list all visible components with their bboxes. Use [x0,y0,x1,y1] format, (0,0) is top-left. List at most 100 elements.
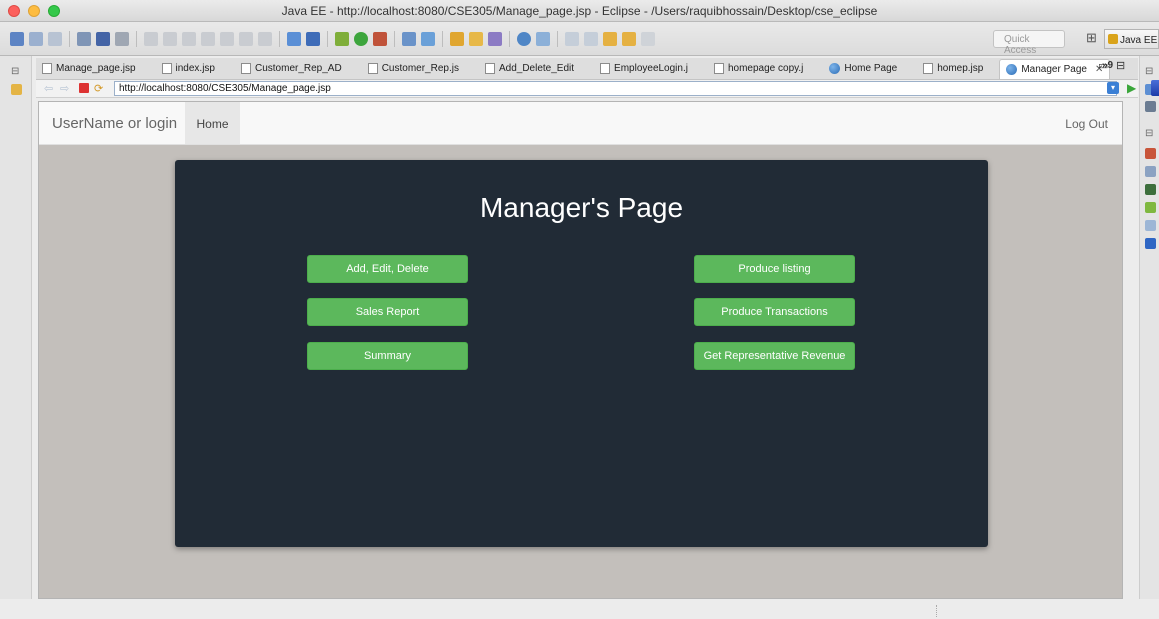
new-web-project-icon[interactable] [421,32,435,46]
status-separator [936,605,937,617]
tab-customer-rep-ad[interactable]: Customer_Rep_AD [235,59,348,79]
open-task-icon[interactable] [488,32,502,46]
nav-home-link[interactable]: Home [185,102,240,144]
minimize-editor-icon[interactable]: ▭ [1098,59,1108,72]
disconnect-icon[interactable] [201,32,215,46]
toolbar-separator [279,31,280,47]
file-icon [923,63,934,74]
forward-icon[interactable] [622,32,636,46]
tab-manage-page-jsp[interactable]: Manage_page.jsp [36,59,142,79]
server-icon[interactable] [287,32,301,46]
new-package-icon[interactable] [450,32,464,46]
back-icon[interactable] [603,32,617,46]
tab-add-delete-edit[interactable]: Add_Delete_Edit [479,59,580,79]
back-arrow-icon[interactable]: ⇦ [44,82,53,95]
sales-report-button[interactable]: Sales Report [307,298,468,326]
maximize-editor-icon[interactable]: ⊟ [1116,59,1125,72]
tab-index-jsp[interactable]: index.jsp [156,59,221,79]
last-edit-icon[interactable] [641,32,655,46]
tab-label: Home Page [844,63,898,74]
stop-icon[interactable] [79,83,89,93]
project-explorer-icon[interactable] [11,84,22,95]
toolbar-separator [557,31,558,47]
tab-label: homep.jsp [937,63,984,74]
window-title: Java EE - http://localhost:8080/CSE305/M… [281,4,878,18]
deploy-icon[interactable] [306,32,320,46]
new-server-icon[interactable] [402,32,416,46]
tab-manager-page[interactable]: Manager Page ✕ [999,59,1111,79]
suspend-icon[interactable] [163,32,177,46]
console-view-icon[interactable] [1145,238,1156,249]
toolbar-separator [442,31,443,47]
page-title: Manager's Page [479,192,684,223]
tab-label: index.jsp [175,63,215,74]
summary-button[interactable]: Summary [307,342,468,370]
file-icon [161,63,172,74]
file-icon [240,63,251,74]
tab-homep-jsp[interactable]: homep.jsp [917,59,989,79]
annotation-next-icon[interactable] [565,32,579,46]
save-icon[interactable] [29,32,43,46]
tab-customer-rep-js[interactable]: Customer_Rep.js [362,59,465,79]
file-icon [367,63,378,74]
tab-label: EmployeeLogin.j [614,63,688,74]
run-icon[interactable] [354,32,368,46]
produce-transactions-button[interactable]: Produce Transactions [694,298,855,326]
tab-home-page[interactable]: Home Page [823,59,903,79]
globe-icon [829,63,841,74]
tab-homepage-copy[interactable]: homepage copy.j [708,59,809,79]
web-browser-icon[interactable] [517,32,531,46]
tab-label: Manage_page.jsp [56,63,136,74]
go-button[interactable]: ▶ [1127,81,1136,95]
data-source-icon[interactable] [1145,202,1156,213]
skip-breakpoints-icon[interactable] [115,32,129,46]
restore-view-icon[interactable]: ⊟ [11,66,19,77]
site-navbar: UserName or login Home Log Out [39,102,1122,145]
url-history-dropdown-icon[interactable]: ▾ [1107,82,1119,94]
produce-listing-button[interactable]: Produce listing [694,255,855,283]
get-representative-revenue-button[interactable]: Get Representative Revenue [694,342,855,370]
save-all-icon[interactable] [48,32,62,46]
globe-icon [1006,64,1018,75]
file-icon [600,63,611,74]
tab-label: Add_Delete_Edit [498,63,575,74]
console-icon[interactable] [96,32,110,46]
task-list-icon[interactable] [1145,101,1156,112]
refresh-icon[interactable]: ⟳ [94,82,103,95]
navbar-brand[interactable]: UserName or login [52,115,177,132]
perspective-label: Java EE [1120,35,1158,46]
step-return-icon[interactable] [258,32,272,46]
web-content: UserName or login Home Log Out Manager's… [38,101,1123,599]
external-tools-icon[interactable] [373,32,387,46]
open-perspective-icon[interactable]: ⊞ [1086,30,1102,46]
search-icon[interactable] [536,32,550,46]
servers-icon[interactable] [1145,184,1156,195]
forward-arrow-icon[interactable]: ⇨ [60,82,69,95]
java-ee-icon [1108,34,1118,44]
editor-tabs: Manage_page.jsp index.jsp Customer_Rep_A… [36,58,1138,80]
annotation-prev-icon[interactable] [584,32,598,46]
markers-icon[interactable] [1145,148,1156,159]
new-file-icon[interactable] [10,32,24,46]
print-icon[interactable] [77,32,91,46]
logout-link[interactable]: Log Out [1065,117,1108,131]
open-type-icon[interactable] [469,32,483,46]
restore-view-icon[interactable]: ⊟ [1145,66,1153,77]
url-input[interactable]: http://localhost:8080/CSE305/Manage_page… [114,81,1117,96]
step-into-icon[interactable] [220,32,234,46]
add-edit-delete-button[interactable]: Add, Edit, Delete [307,255,468,283]
step-over-icon[interactable] [239,32,253,46]
perspective-java-ee-button[interactable]: Java EE [1104,29,1159,49]
properties-icon[interactable] [1145,166,1156,177]
resume-icon[interactable] [144,32,158,46]
open-external-browser-icon[interactable] [1151,80,1159,96]
quick-access-input[interactable]: Quick Access [993,30,1065,56]
tab-employee-login[interactable]: EmployeeLogin.j [594,59,694,79]
debug-icon[interactable] [335,32,349,46]
status-bar [0,600,1159,619]
terminate-icon[interactable] [182,32,196,46]
tab-label: Manager Page [1021,64,1087,75]
restore-view-icon[interactable]: ⊟ [1145,128,1153,139]
window-titlebar: Java EE - http://localhost:8080/CSE305/M… [0,0,1159,22]
snippets-icon[interactable] [1145,220,1156,231]
